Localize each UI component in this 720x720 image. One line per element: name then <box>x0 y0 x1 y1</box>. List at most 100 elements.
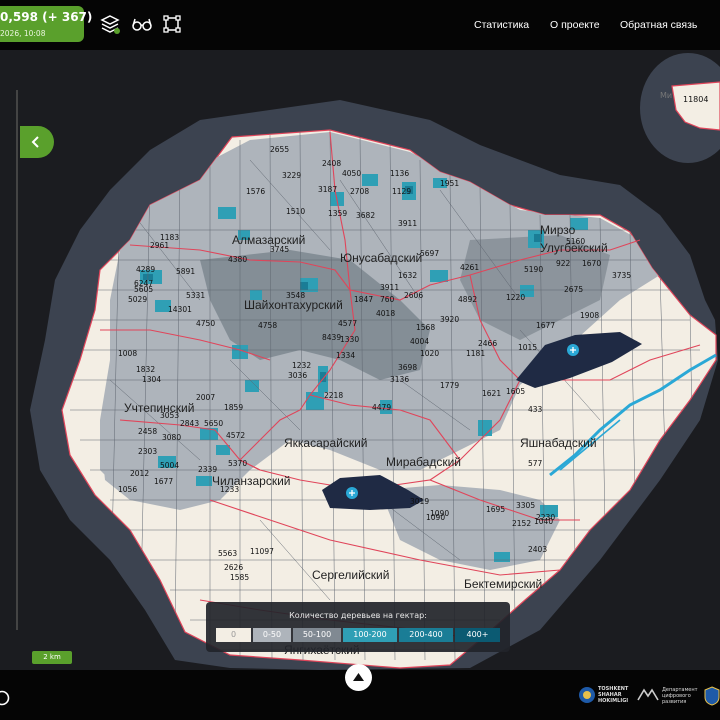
area-value-label: 1847 <box>354 295 373 304</box>
area-value-label: 1832 <box>136 365 155 374</box>
district-label-mirzo[interactable]: Мирзо <box>540 223 576 237</box>
area-value-label: 14301 <box>168 305 192 314</box>
area-value-label: 1908 <box>580 311 599 320</box>
nav-about-link[interactable]: О проекте <box>550 19 600 31</box>
area-value-label: 3019 <box>410 497 429 506</box>
digital-department-logo-line-3: развития <box>662 699 687 705</box>
area-value-label: 3080 <box>162 433 181 442</box>
area-value-label: 5160 <box>566 237 585 246</box>
area-value-label: 1090 <box>430 509 449 518</box>
area-value-label: 2606 <box>404 291 423 300</box>
district-label-yakkasaray[interactable]: Яккасарайский <box>284 436 367 450</box>
hokimligi-logo-line-3: HOKIMLIGI <box>598 698 629 704</box>
legend-panel: Количество деревьев на гектар: 0 0-50 50… <box>206 602 510 652</box>
side-panel-edge <box>16 90 18 630</box>
area-value-label: 1220 <box>506 293 525 302</box>
area-value-label: 3036 <box>288 371 307 380</box>
area-value-label: 2675 <box>564 285 583 294</box>
locate-icon[interactable] <box>0 688 12 708</box>
area-value-label: 2466 <box>478 339 497 348</box>
legend-title: Количество деревьев на гектар: <box>289 611 427 620</box>
district-label-bektemir[interactable]: Бектемирский <box>464 577 542 591</box>
panel-collapse-button[interactable] <box>20 126 54 158</box>
area-value-label: 2626 <box>224 563 243 572</box>
area-value-label: 5605 <box>134 285 153 294</box>
area-value-label: 5650 <box>204 419 223 428</box>
area-value-label: 4577 <box>338 319 357 328</box>
district-label-almazar[interactable]: Алмазарский <box>232 233 305 247</box>
area-value-label: 2961 <box>150 241 169 250</box>
area-value-label: 3920 <box>440 315 459 324</box>
layers-icon[interactable] <box>100 14 120 34</box>
area-value-label: 1181 <box>466 349 485 358</box>
nav-statistics-link[interactable]: Статистика <box>474 19 529 31</box>
area-value-label: 2339 <box>198 465 217 474</box>
area-value-label: 1632 <box>398 271 417 280</box>
tree-counter-badge[interactable]: 0,598 (+ 367) 2026, 10:08 <box>0 6 92 42</box>
separate-region-prefix: Ми <box>660 91 672 100</box>
legend-swatch-50-100: 50-100 <box>293 628 341 642</box>
nav-feedback-link[interactable]: Обратная связь <box>620 19 697 31</box>
separate-region-value: 11804 <box>683 95 708 104</box>
area-value-label: 1605 <box>506 387 525 396</box>
glasses-icon[interactable] <box>132 14 152 34</box>
area-value-label: 8439 <box>322 333 341 342</box>
area-value-label: 1576 <box>246 187 265 196</box>
area-value-label: 5331 <box>186 291 205 300</box>
area-value-label: 1136 <box>390 169 409 178</box>
chevron-left-icon <box>31 136 39 148</box>
area-value-label: 3698 <box>398 363 417 372</box>
legend-swatch-0-50: 0-50 <box>253 628 291 642</box>
area-value-label: 2458 <box>138 427 157 436</box>
area-value-label: 3229 <box>282 171 301 180</box>
area-value-label: 3911 <box>380 283 399 292</box>
legend-swatch-200-400: 200-400 <box>399 628 453 642</box>
area-value-label: 1233 <box>220 485 239 494</box>
area-value-label: 1129 <box>392 187 411 196</box>
area-value-label: 1621 <box>482 389 501 398</box>
district-label-shayhontahur[interactable]: Шайхонтахурский <box>244 298 343 312</box>
district-label-yunusabad[interactable]: Юнусабадский <box>340 251 422 265</box>
area-value-label: 1020 <box>420 349 439 358</box>
legend-swatch-400-plus: 400+ <box>455 628 500 642</box>
area-value-label: 5029 <box>128 295 147 304</box>
area-value-label: 2303 <box>138 447 157 456</box>
frame-icon[interactable] <box>162 14 182 34</box>
area-value-label: 1304 <box>142 375 161 384</box>
tree-counter-value: 0,598 (+ 367) <box>0 10 93 24</box>
area-value-label: 1585 <box>230 573 249 582</box>
area-value-label: 922 <box>556 259 571 268</box>
area-value-label: 3053 <box>160 411 179 420</box>
map-container[interactable]: Ми 11804 Алмазарский Юнусабадский Мирзо … <box>0 50 720 670</box>
area-value-label: 4380 <box>228 255 247 264</box>
expand-up-button[interactable] <box>345 664 372 691</box>
area-value-label: 4892 <box>458 295 477 304</box>
area-value-label: 4479 <box>372 403 391 412</box>
area-value-label: 1510 <box>286 207 305 216</box>
area-value-label: 3136 <box>390 375 409 384</box>
area-value-label: 2012 <box>130 469 149 478</box>
area-value-label: 1670 <box>582 259 601 268</box>
area-value-label: 1677 <box>536 321 555 330</box>
area-value-label: 11097 <box>250 547 274 556</box>
district-label-yashnabad[interactable]: Яшнабадский <box>520 436 597 450</box>
area-value-label: 3682 <box>356 211 375 220</box>
area-value-label: 4289 <box>136 265 155 274</box>
area-value-label: 3305 <box>516 501 535 510</box>
area-value-label: 4004 <box>410 337 429 346</box>
district-label-sergeli[interactable]: Сергелийский <box>312 568 389 582</box>
area-value-label: 5370 <box>228 459 247 468</box>
scale-bar: 2 km <box>32 651 72 664</box>
district-label-mirabad[interactable]: Мирабадский <box>386 455 461 469</box>
area-value-label: 3911 <box>398 219 417 228</box>
area-value-label: 2007 <box>196 393 215 402</box>
area-value-label: 4758 <box>258 321 277 330</box>
map-canvas[interactable]: Ми 11804 Алмазарский Юнусабадский Мирзо … <box>0 50 720 670</box>
area-value-label: 5004 <box>160 461 179 470</box>
area-value-label: 1056 <box>118 485 137 494</box>
area-value-label: 3735 <box>612 271 631 280</box>
area-value-label: 2152 <box>512 519 531 528</box>
area-value-label: 4050 <box>342 169 361 178</box>
area-value-label: 1359 <box>328 209 347 218</box>
area-value-label: 4572 <box>226 431 245 440</box>
